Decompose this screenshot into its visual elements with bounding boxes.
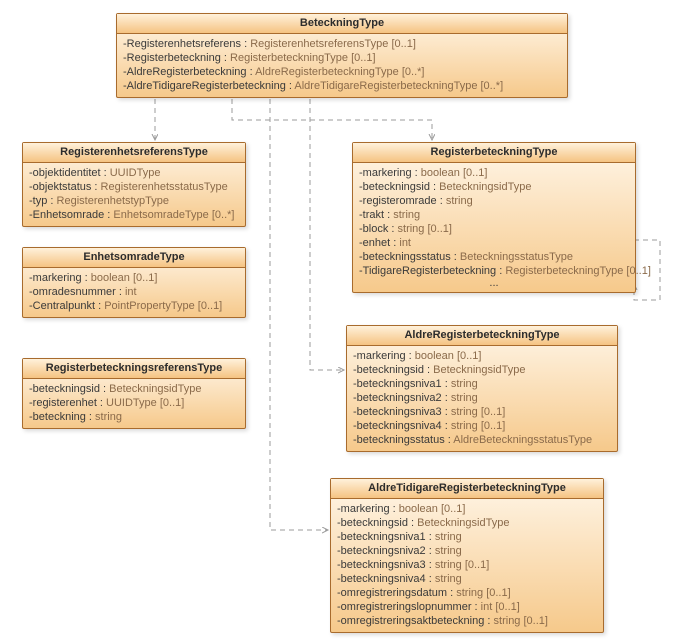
class-AldreRegisterbeteckningType: AldreRegisterbeteckningType -markering :… bbox=[346, 325, 618, 452]
class-attr: -objektidentitet : UUIDType bbox=[29, 166, 239, 180]
class-attr: -beteckningsstatus : BeteckningsstatusTy… bbox=[359, 250, 629, 264]
class-attr: -enhet : int bbox=[359, 236, 629, 250]
class-attr: -beteckningsniva3 : string [0..1] bbox=[353, 405, 611, 419]
class-attr: -markering : boolean [0..1] bbox=[337, 502, 597, 516]
class-attr: -registerenhet : UUIDType [0..1] bbox=[29, 396, 239, 410]
class-title: EnhetsomradeType bbox=[23, 248, 245, 268]
class-attr: -beteckningsid : BeteckningsidType bbox=[359, 180, 629, 194]
class-attr: -markering : boolean [0..1] bbox=[359, 166, 629, 180]
class-attr: -beteckningsid : BeteckningsidType bbox=[353, 363, 611, 377]
class-body: -beteckningsid : BeteckningsidType -regi… bbox=[23, 379, 245, 428]
class-attr: -beteckning : string bbox=[29, 410, 239, 424]
class-title: RegisterenhetsreferensType bbox=[23, 143, 245, 163]
class-BeteckningType: BeteckningType -Registerenhetsreferens :… bbox=[116, 13, 568, 98]
class-attr: -beteckningsid : BeteckningsidType bbox=[29, 382, 239, 396]
class-title: RegisterbeteckningType bbox=[353, 143, 635, 163]
class-AldreTidigareRegisterbeteckningType: AldreTidigareRegisterbeteckningType -mar… bbox=[330, 478, 604, 633]
class-attr: -beteckningsniva4 : string [0..1] bbox=[353, 419, 611, 433]
class-body: -markering : boolean [0..1] -betecknings… bbox=[353, 163, 635, 292]
class-attr: -markering : boolean [0..1] bbox=[353, 349, 611, 363]
class-attr: -omradesnummer : int bbox=[29, 285, 239, 299]
class-attr: -AldreTidigareRegisterbeteckning : Aldre… bbox=[123, 79, 561, 93]
class-title: AldreTidigareRegisterbeteckningType bbox=[331, 479, 603, 499]
class-body: -markering : boolean [0..1] -betecknings… bbox=[331, 499, 603, 632]
class-attrs-ellipsis: ... bbox=[359, 278, 629, 288]
class-attr: -Registerenhetsreferens : Registerenhets… bbox=[123, 37, 561, 51]
class-RegisterbeteckningType: RegisterbeteckningType -markering : bool… bbox=[352, 142, 636, 293]
class-attr: -omregistreringsaktbeteckning : string [… bbox=[337, 614, 597, 628]
class-attr: -beteckningsniva1 : string bbox=[337, 530, 597, 544]
class-body: -objektidentitet : UUIDType -objektstatu… bbox=[23, 163, 245, 226]
class-attr: -typ : RegisterenhetstypType bbox=[29, 194, 239, 208]
class-title: BeteckningType bbox=[117, 14, 567, 34]
class-title: RegisterbeteckningsreferensType bbox=[23, 359, 245, 379]
class-attr: -TidigareRegisterbeteckning : Registerbe… bbox=[359, 264, 629, 278]
class-attr: -Centralpunkt : PointPropertyType [0..1] bbox=[29, 299, 239, 313]
class-attr: -omregistreringsdatum : string [0..1] bbox=[337, 586, 597, 600]
class-attr: -block : string [0..1] bbox=[359, 222, 629, 236]
class-attr: -Registerbeteckning : Registerbeteckning… bbox=[123, 51, 561, 65]
class-attr: -AldreRegisterbeteckning : AldreRegister… bbox=[123, 65, 561, 79]
class-title: AldreRegisterbeteckningType bbox=[347, 326, 617, 346]
class-attr: -objektstatus : RegisterenhetsstatusType bbox=[29, 180, 239, 194]
class-body: -markering : boolean [0..1] -betecknings… bbox=[347, 346, 617, 451]
class-attr: -omregistreringslopnummer : int [0..1] bbox=[337, 600, 597, 614]
class-attr: -beteckningsstatus : AldreBeteckningssta… bbox=[353, 433, 611, 447]
class-attr: -beteckningsniva2 : string bbox=[337, 544, 597, 558]
class-body: -Registerenhetsreferens : Registerenhets… bbox=[117, 34, 567, 97]
class-attr: -beteckningsniva3 : string [0..1] bbox=[337, 558, 597, 572]
class-attr: -beteckningsniva4 : string bbox=[337, 572, 597, 586]
class-attr: -beteckningsid : BeteckningsidType bbox=[337, 516, 597, 530]
class-attr: -Enhetsomrade : EnhetsomradeType [0..*] bbox=[29, 208, 239, 222]
class-body: -markering : boolean [0..1] -omradesnumm… bbox=[23, 268, 245, 317]
class-attr: -markering : boolean [0..1] bbox=[29, 271, 239, 285]
class-RegisterenhetsreferensType: RegisterenhetsreferensType -objektidenti… bbox=[22, 142, 246, 227]
class-attr: -registeromrade : string bbox=[359, 194, 629, 208]
class-EnhetsomradeType: EnhetsomradeType -markering : boolean [0… bbox=[22, 247, 246, 318]
class-RegisterbeteckningsreferensType: RegisterbeteckningsreferensType -beteckn… bbox=[22, 358, 246, 429]
class-attr: -trakt : string bbox=[359, 208, 629, 222]
class-attr: -beteckningsniva2 : string bbox=[353, 391, 611, 405]
class-attr: -beteckningsniva1 : string bbox=[353, 377, 611, 391]
